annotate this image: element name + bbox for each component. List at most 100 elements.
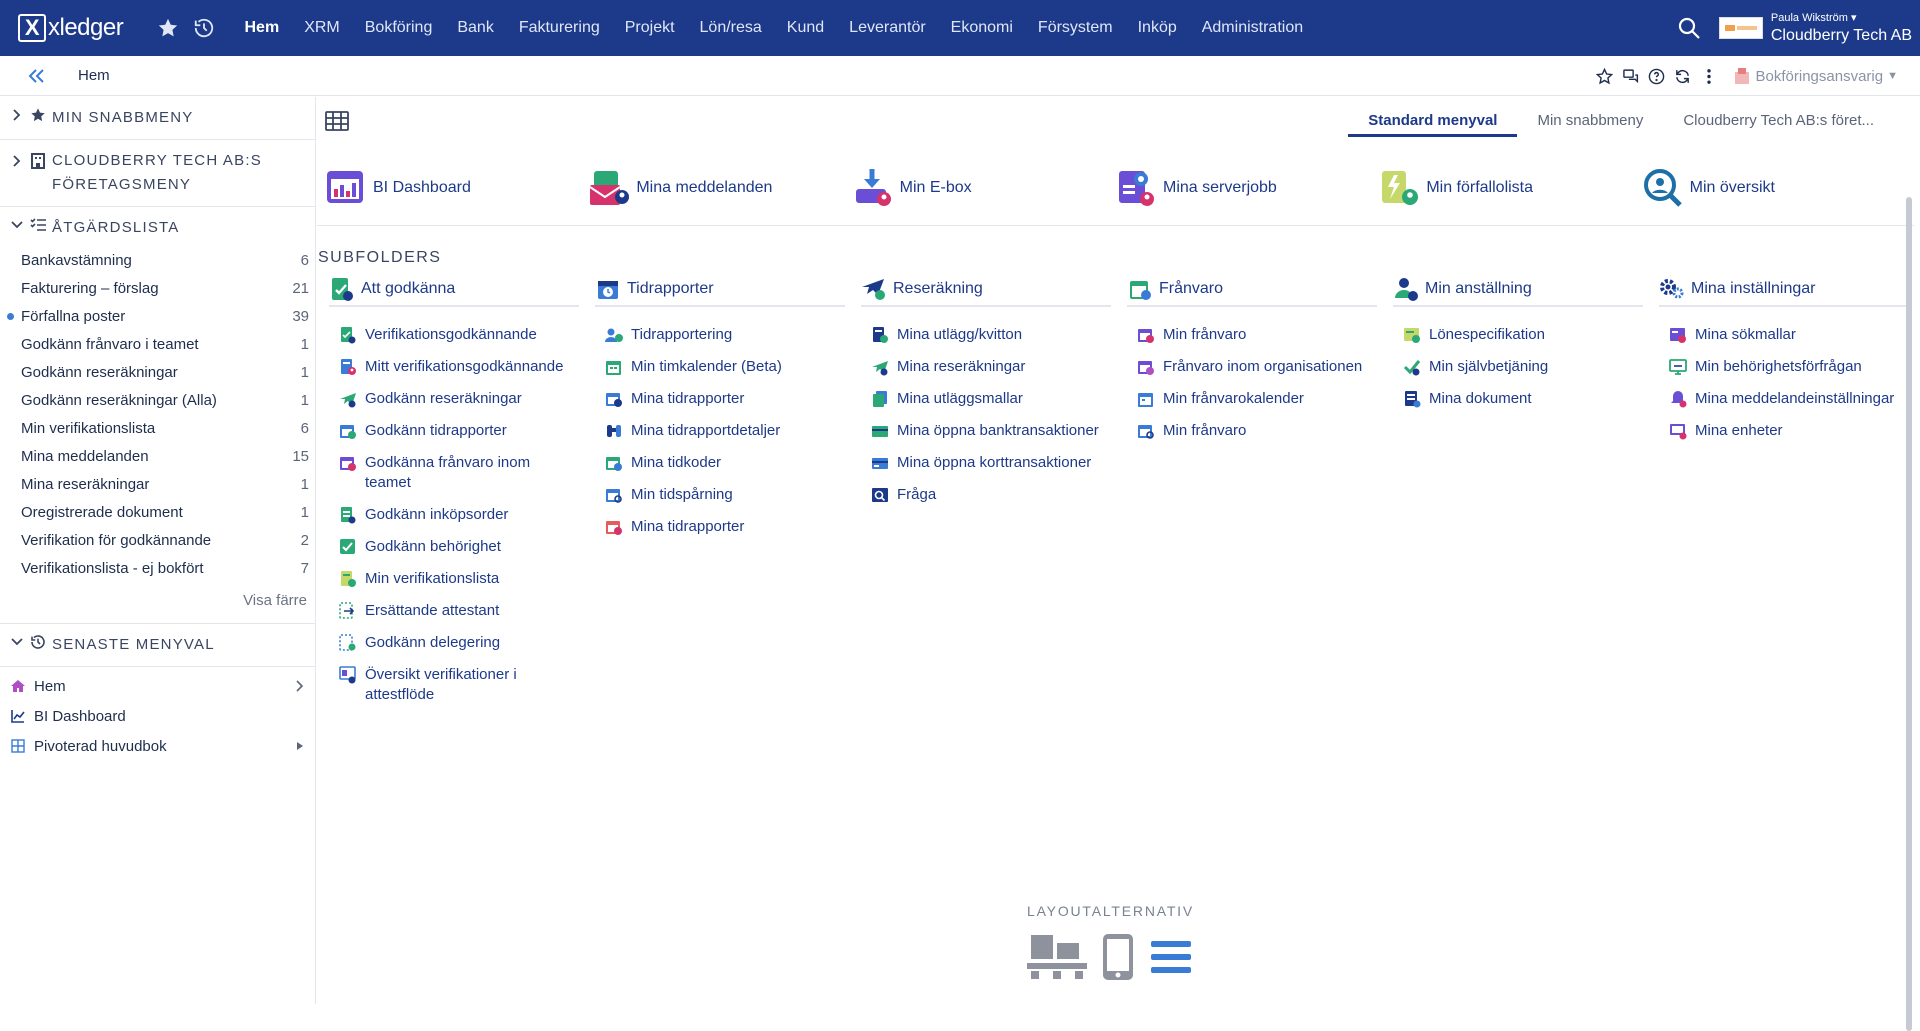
chevron-right-icon[interactable] <box>293 678 307 694</box>
section-atgardslista[interactable]: ÅTGÄRDSLISTA <box>0 207 315 244</box>
section-senaste-menyval[interactable]: SENASTE MENYVAL <box>0 623 315 667</box>
action-item[interactable]: Min verifikationslista 6 <box>0 414 315 442</box>
action-item[interactable]: Godkänn frånvaro i teamet 1 <box>0 330 315 358</box>
quick-mina-serverjobb[interactable]: Mina serverjobb <box>1115 153 1378 223</box>
layout-desktop-icon[interactable] <box>1027 933 1087 986</box>
nav-projekt[interactable]: Projekt <box>612 0 687 56</box>
quick-min-forfallolista[interactable]: Min förfallolista <box>1378 153 1641 223</box>
link-mina-tidrapporter[interactable]: Mina tidrapporter <box>595 383 861 415</box>
link-mina-utlaggsmallar[interactable]: Mina utläggsmallar <box>861 383 1127 415</box>
action-item[interactable]: Verifikationslista - ej bokfört 7 <box>0 554 315 582</box>
action-item[interactable]: Mina reseräkningar 1 <box>0 470 315 498</box>
link-mina-tidrapportdetaljer[interactable]: Mina tidrapportdetaljer <box>595 415 861 447</box>
link-min-sjalvbetjaning[interactable]: Min självbetjäning <box>1393 351 1659 383</box>
nav-hem[interactable]: Hem <box>232 0 292 56</box>
quick-mina-meddelanden[interactable]: Mina meddelanden <box>588 153 851 223</box>
nav-ekonomi[interactable]: Ekonomi <box>938 0 1025 56</box>
link-mina-sokmallar[interactable]: Mina sökmallar <box>1659 319 1920 351</box>
link-min-franvaro[interactable]: Min frånvaro <box>1127 319 1393 351</box>
link-min-verifikationslista[interactable]: Min verifikationslista <box>329 563 595 595</box>
link-mina-enheter[interactable]: Mina enheter <box>1659 415 1920 447</box>
add-favorite-star-icon[interactable] <box>1596 67 1614 85</box>
layout-list-icon[interactable] <box>1149 937 1193 982</box>
link-godkann-reserakningar[interactable]: Godkänn reseräkningar <box>329 383 595 415</box>
nav-inkop[interactable]: Inköp <box>1125 0 1189 56</box>
folder-header[interactable]: Tidrapporter <box>595 277 845 307</box>
tab-foretagsmeny[interactable]: Cloudberry Tech AB:s föret... <box>1663 107 1894 137</box>
quick-bi-dashboard[interactable]: BI Dashboard <box>325 153 588 223</box>
link-min-franvarokalender[interactable]: Min frånvarokalender <box>1127 383 1393 415</box>
link-tidrapportering[interactable]: Tidrapportering <box>595 319 861 351</box>
link-godkann-tidrapporter[interactable]: Godkänn tidrapporter <box>329 415 595 447</box>
action-item[interactable]: Mina meddelanden 15 <box>0 442 315 470</box>
link-min-behorighetsforfragan[interactable]: Min behörighetsförfrågan <box>1659 351 1920 383</box>
link-min-timkalender[interactable]: Min timkalender (Beta) <box>595 351 861 383</box>
tab-standard-menyval[interactable]: Standard menyval <box>1348 107 1518 137</box>
show-less-link[interactable]: Visa färre <box>0 582 315 623</box>
favorites-star-icon[interactable] <box>156 16 180 40</box>
grid-view-icon[interactable] <box>325 111 349 133</box>
link-godkann-inkopsorder[interactable]: Godkänn inköpsorder <box>329 499 595 531</box>
action-item[interactable]: Godkänn reseräkningar 1 <box>0 358 315 386</box>
link-oversikt-verifikationer-i-attestflode[interactable]: Översikt verifikationer i attestflöde <box>329 659 595 711</box>
link-min-tidsparning[interactable]: Min tidspårning <box>595 479 861 511</box>
action-item[interactable]: Verifikation för godkännande 2 <box>0 526 315 554</box>
collapse-sidebar-icon[interactable] <box>26 66 46 86</box>
nav-bank[interactable]: Bank <box>445 0 506 56</box>
link-min-franvaro-2[interactable]: Min frånvaro <box>1127 415 1393 447</box>
recent-item-bi-dashboard[interactable]: BI Dashboard <box>0 701 315 731</box>
nav-leverantor[interactable]: Leverantör <box>837 0 939 56</box>
nav-forsystem[interactable]: Försystem <box>1025 0 1125 56</box>
action-item[interactable]: Bankavstämning 6 <box>0 246 315 274</box>
link-mina-tidkoder[interactable]: Mina tidkoder <box>595 447 861 479</box>
link-godkann-delegering[interactable]: Godkänn delegering <box>329 627 595 659</box>
link-fraga[interactable]: Fråga <box>861 479 1127 511</box>
refresh-icon[interactable] <box>1674 67 1692 85</box>
action-item[interactable]: Oregistrerade dokument 1 <box>0 498 315 526</box>
nav-kund[interactable]: Kund <box>774 0 836 56</box>
link-franvaro-inom-organisationen[interactable]: Frånvaro inom organisationen <box>1127 351 1393 383</box>
nav-bokforing[interactable]: Bokföring <box>352 0 445 56</box>
xledger-logo[interactable]: X xledger <box>18 11 128 45</box>
tab-min-snabbmeny[interactable]: Min snabbmeny <box>1517 107 1663 137</box>
nav-administration[interactable]: Administration <box>1189 0 1315 56</box>
section-foretagsmeny[interactable]: CLOUDBERRY TECH AB:S FÖRETAGSMENY <box>0 140 315 207</box>
link-mina-utlagg-kvitton[interactable]: Mina utlägg/kvitton <box>861 319 1127 351</box>
link-mina-tidrapporter-2[interactable]: Mina tidrapporter <box>595 511 861 543</box>
link-ersattande-attestant[interactable]: Ersättande attestant <box>329 595 595 627</box>
link-mitt-verifikationsgodkannande[interactable]: Mitt verifikationsgodkännande <box>329 351 595 383</box>
more-options-icon[interactable] <box>1700 67 1718 85</box>
link-mina-reserakningar[interactable]: Mina reseräkningar <box>861 351 1127 383</box>
nav-xrm[interactable]: XRM <box>292 0 353 56</box>
layout-mobile-icon[interactable] <box>1101 933 1135 986</box>
folder-header[interactable]: Att godkänna <box>329 277 579 307</box>
recent-item-pivoterad-huvudbok[interactable]: Pivoterad huvudbok <box>0 731 315 761</box>
action-item[interactable]: Fakturering – förslag 21 <box>0 274 315 302</box>
expand-arrow-icon[interactable] <box>293 738 307 754</box>
scrollbar[interactable] <box>1906 197 1912 1031</box>
folder-header[interactable]: Min anställning <box>1393 277 1643 307</box>
link-mina-dokument[interactable]: Mina dokument <box>1393 383 1659 415</box>
nav-lon-resa[interactable]: Lön/resa <box>687 0 774 56</box>
search-icon[interactable] <box>1675 14 1703 42</box>
history-icon[interactable] <box>192 16 216 40</box>
recent-item-hem[interactable]: Hem <box>0 671 315 701</box>
help-icon[interactable] <box>1648 67 1666 85</box>
action-item[interactable]: Förfallna poster 39 <box>0 302 315 330</box>
folder-header[interactable]: Frånvaro <box>1127 277 1377 307</box>
link-mina-meddelandeinstallningar[interactable]: Mina meddelandeinställningar <box>1659 383 1920 415</box>
action-item[interactable]: Godkänn reseräkningar (Alla) 1 <box>0 386 315 414</box>
link-mina-oppna-banktransaktioner[interactable]: Mina öppna banktransaktioner <box>861 415 1127 447</box>
folder-header[interactable]: Reseräkning <box>861 277 1111 307</box>
link-mina-oppna-korttransaktioner[interactable]: Mina öppna korttransaktioner <box>861 447 1127 479</box>
link-godkann-behorighet[interactable]: Godkänn behörighet <box>329 531 595 563</box>
link-verifikationsgodkannande[interactable]: Verifikationsgodkännande <box>329 319 595 351</box>
section-min-snabbmeny[interactable]: MIN SNABBMENY <box>0 97 315 140</box>
chat-icon[interactable] <box>1622 67 1640 85</box>
nav-fakturering[interactable]: Fakturering <box>506 0 612 56</box>
role-select[interactable]: Bokföringsansvarig ▼ <box>1734 67 1898 85</box>
link-godkanna-franvaro-inom-teamet[interactable]: Godkänna frånvaro inom teamet <box>329 447 595 499</box>
link-lonespecifikation[interactable]: Lönespecifikation <box>1393 319 1659 351</box>
quick-min-e-box[interactable]: Min E-box <box>852 153 1115 223</box>
folder-header[interactable]: Mina inställningar <box>1659 277 1909 307</box>
